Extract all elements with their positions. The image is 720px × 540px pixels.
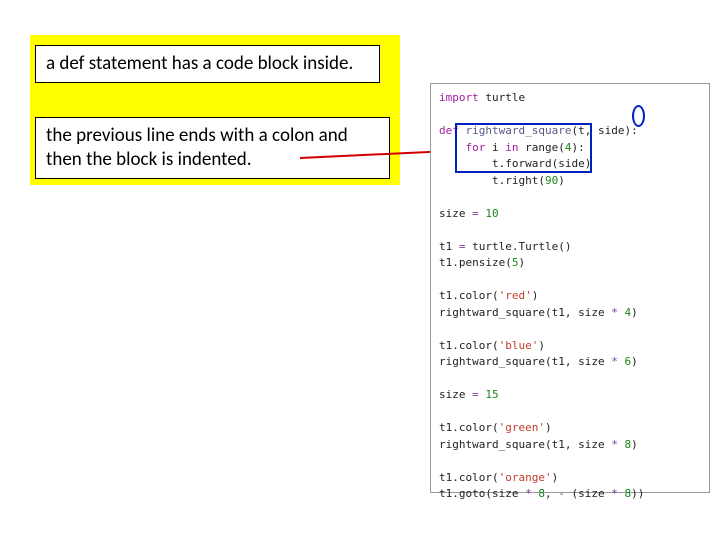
code-line: t1.goto(size * 8, - (size * 8)): [439, 486, 701, 503]
callout-def-block: a def statement has a code block inside.: [35, 45, 380, 83]
callout-text: a def statement has a code block inside.: [46, 52, 353, 75]
code-line: t1.pensize(5): [439, 255, 701, 272]
code-editor: import turtle def rightward_square(t, si…: [430, 83, 710, 493]
code-line: t1.color('red'): [439, 288, 701, 305]
code-line: t.right(90): [439, 173, 701, 190]
code-line: t1.color('green'): [439, 420, 701, 437]
code-line: t1 = turtle.Turtle(): [439, 239, 701, 256]
code-line: for i in range(4):: [439, 140, 701, 157]
code-line: rightward_square(t1, size * 8): [439, 437, 701, 454]
code-line: t1.color('orange'): [439, 470, 701, 487]
code-line: rightward_square(t1, size * 4): [439, 305, 701, 322]
code-line: def rightward_square(t, side):: [439, 123, 701, 140]
callout-colon-indent: the previous line ends with a colon and …: [35, 117, 390, 179]
code-line: rightward_square(t1, size * 6): [439, 354, 701, 371]
code-line: t1.color('blue'): [439, 338, 701, 355]
code-line: import turtle: [439, 90, 701, 107]
code-line: t.forward(side): [439, 156, 701, 173]
code-line: size = 10: [439, 206, 701, 223]
code-line: size = 15: [439, 387, 701, 404]
callout-text: the previous line ends with a colon and …: [46, 124, 348, 171]
